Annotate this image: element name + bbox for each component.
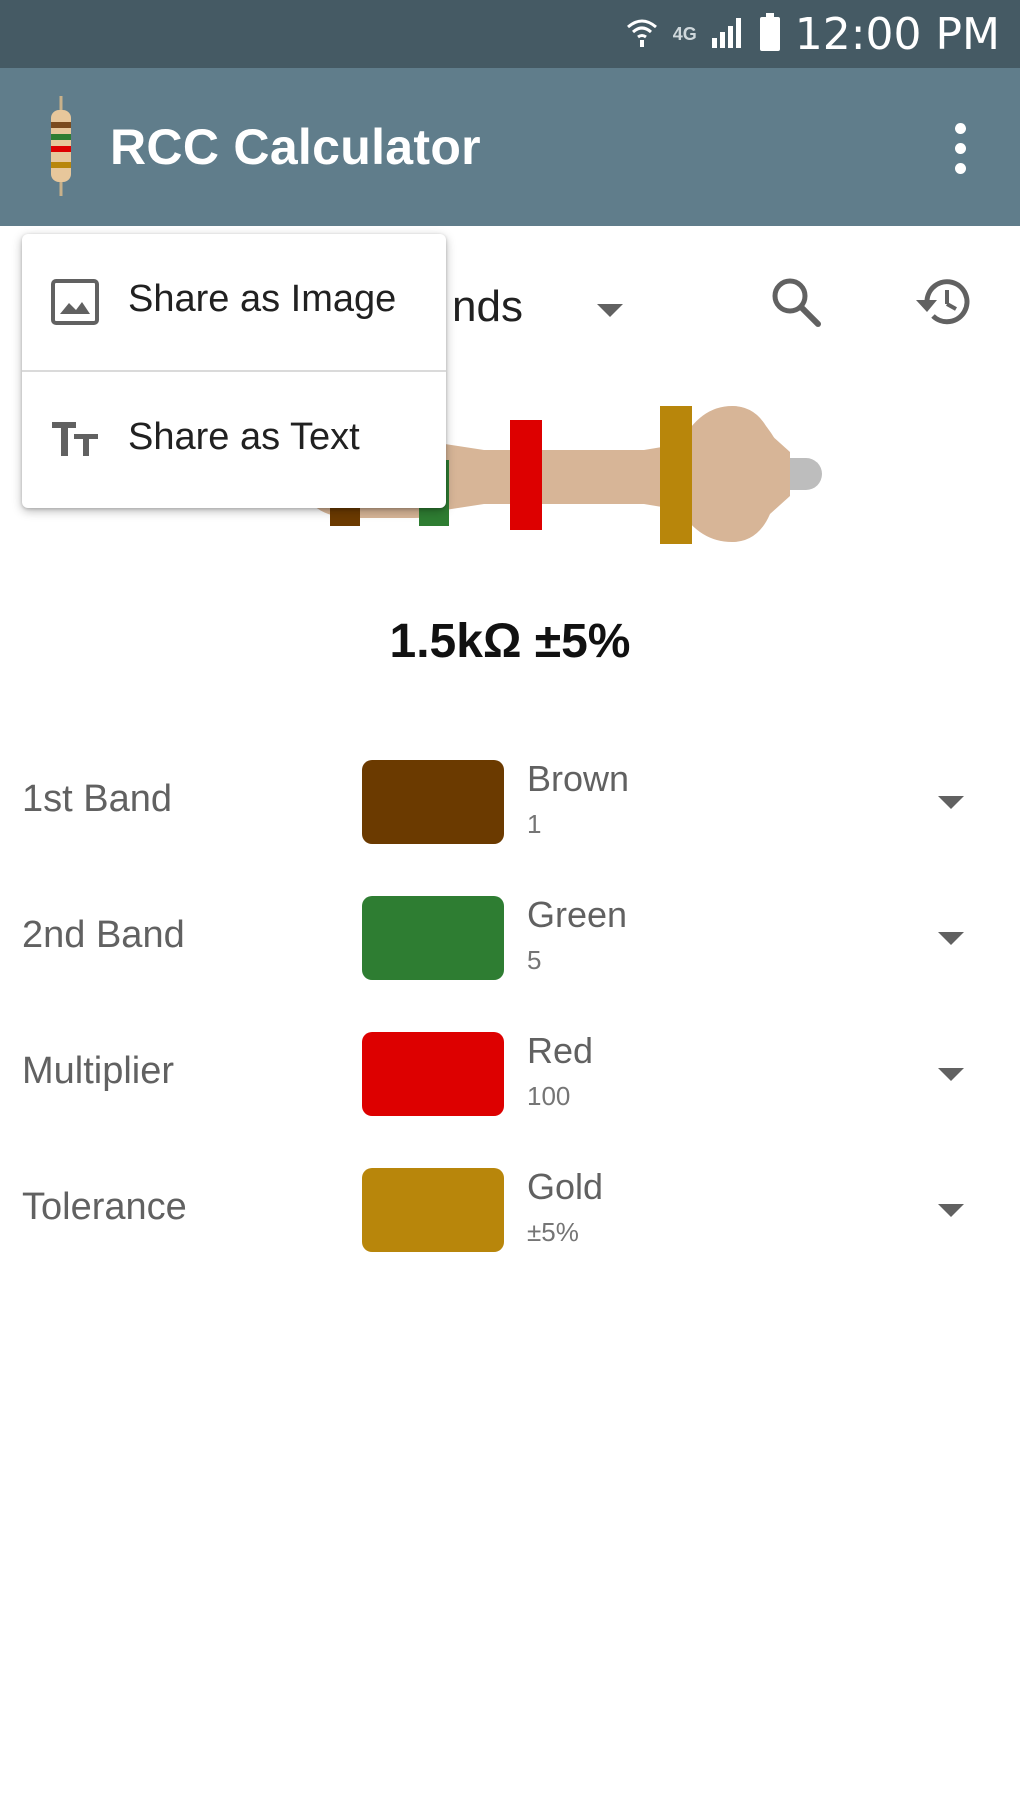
band-value: 1 (527, 809, 542, 839)
share-as-text-menu-item[interactable]: Share as Text (22, 372, 446, 508)
band-value: 5 (527, 945, 542, 975)
resistance-result: 1.5kΩ ±5% (389, 615, 631, 668)
band-color-name: Green (527, 894, 628, 935)
band-value: ±5% (527, 1217, 579, 1247)
menu-item-label: Share as Image (128, 278, 397, 320)
band-color-name: Red (527, 1030, 594, 1071)
band-color-name: Brown (527, 758, 630, 799)
chevron-down-icon (597, 304, 623, 317)
chevron-down-icon[interactable] (938, 1068, 964, 1081)
network-type-label: 4G (672, 23, 697, 44)
signal-icon (711, 16, 745, 53)
resistor-logo-icon (44, 96, 78, 201)
band-color-swatch (362, 896, 504, 980)
history-icon[interactable] (902, 260, 986, 344)
band-label: 1st Band (22, 778, 172, 820)
band-label: Tolerance (22, 1186, 187, 1228)
band-row-1st[interactable]: 1st Band Brown 1 (0, 752, 1020, 852)
band-color-swatch (362, 1032, 504, 1116)
app-title: RCC Calculator (110, 119, 481, 175)
resistor-band-3 (510, 420, 542, 530)
menu-item-label: Share as Text (128, 416, 360, 458)
band-row-2nd[interactable]: 2nd Band Green 5 (0, 888, 1020, 988)
share-popup-menu: Share as Image Share as Text (22, 234, 446, 508)
text-fields-icon (50, 416, 100, 464)
chevron-down-icon[interactable] (938, 1204, 964, 1217)
wifi-icon (625, 15, 659, 54)
status-time: 12:00 PM (794, 8, 1000, 60)
battery-icon (759, 12, 781, 56)
search-icon[interactable] (754, 260, 838, 344)
band-row-tolerance[interactable]: Tolerance Gold ±5% (0, 1160, 1020, 1260)
more-vert-icon[interactable] (920, 108, 1000, 188)
band-row-multiplier[interactable]: Multiplier Red 100 (0, 1024, 1020, 1124)
status-icons: 4G 12:00 PM (625, 0, 1000, 68)
share-as-image-menu-item[interactable]: Share as Image (22, 234, 446, 372)
status-bar: 4G 12:00 PM (0, 0, 1020, 68)
chevron-down-icon[interactable] (938, 796, 964, 809)
bands-count-label: nds (452, 282, 523, 331)
band-color-swatch (362, 760, 504, 844)
image-icon (50, 278, 100, 326)
band-color-name: Gold (527, 1166, 604, 1207)
band-label: 2nd Band (22, 914, 185, 956)
chevron-down-icon[interactable] (938, 932, 964, 945)
band-color-swatch (362, 1168, 504, 1252)
band-label: Multiplier (22, 1050, 175, 1092)
resistor-band-4 (660, 406, 692, 544)
app-bar: RCC Calculator (0, 68, 1020, 226)
band-value: 100 (527, 1081, 571, 1111)
